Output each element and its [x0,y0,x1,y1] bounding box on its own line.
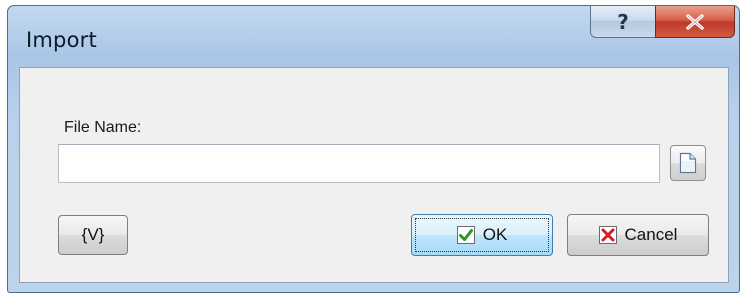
ok-button[interactable]: OK [411,214,553,256]
file-name-label: File Name: [64,119,142,136]
x-icon [598,226,617,244]
help-icon: ? [617,9,629,34]
variable-button[interactable]: {V} [58,215,128,255]
file-name-input[interactable] [58,144,660,183]
document-icon [679,152,697,174]
focus-rectangle [415,218,549,252]
cancel-button[interactable]: Cancel [567,214,709,256]
close-button[interactable] [655,6,735,38]
variable-button-label: {V} [81,225,105,244]
close-icon [686,13,704,30]
browse-button[interactable] [670,145,706,181]
dialog-body: File Name: {V} OK Cancel [19,67,729,283]
help-button[interactable]: ? [590,6,656,38]
cancel-button-label: Cancel [624,225,678,244]
import-dialog: Import ? File Name: {V} OK Cancel [7,5,740,293]
window-title: Import [26,28,97,52]
title-bar[interactable]: Import ? [8,6,739,66]
